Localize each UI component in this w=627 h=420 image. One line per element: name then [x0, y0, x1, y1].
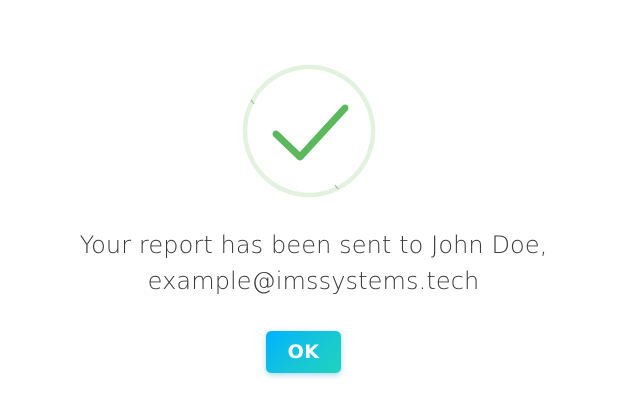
message-line-recipient: Your report has been sent to John Doe, — [79, 231, 548, 259]
ok-button[interactable]: OK — [266, 331, 341, 373]
confirmation-message: Your report has been sent to John Doe, e… — [0, 227, 627, 299]
success-dialog: Your report has been sent to John Doe, e… — [0, 0, 627, 420]
success-check-icon — [241, 63, 377, 199]
message-line-email: example@imssystems.tech — [147, 267, 480, 295]
